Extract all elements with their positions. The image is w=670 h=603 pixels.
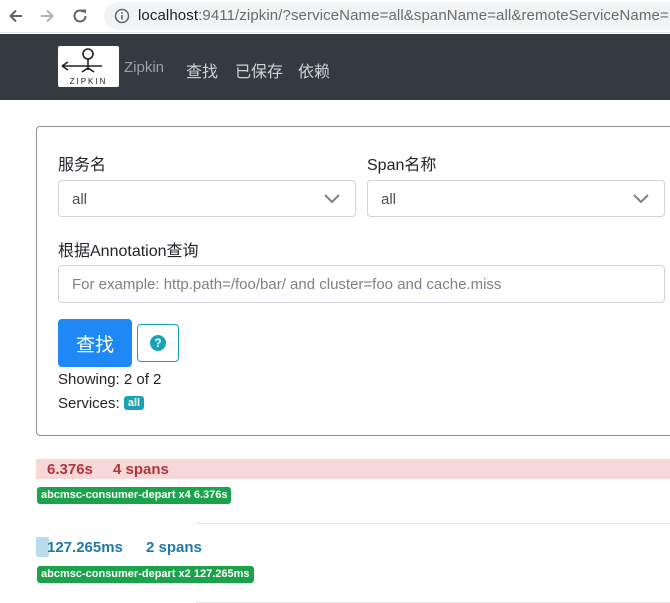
service-badge: abcmsc-consumer-depart x2 127.265ms — [37, 566, 254, 583]
logo-text: ZIPKIN — [70, 77, 108, 86]
span-name-label: Span名称 — [367, 157, 437, 174]
address-bar[interactable]: localhost:9411/zipkin/?serviceName=all&s… — [104, 2, 670, 30]
nav-link-find[interactable]: 查找 — [186, 58, 218, 82]
trace-span-count: 2 spans — [146, 539, 202, 556]
service-name-select[interactable]: all — [58, 180, 356, 217]
arrow-left-icon — [9, 9, 22, 23]
search-button[interactable]: 查找 — [58, 319, 132, 367]
service-name-value: all — [72, 191, 88, 208]
url-host: localhost — [138, 7, 199, 24]
trace-duration: 127.265ms — [47, 539, 123, 556]
result-divider — [196, 523, 670, 524]
url-path: :9411/zipkin/?serviceName=all&spanName=a… — [198, 7, 669, 24]
search-form: 服务名 all Span名称 all 根据Annotation查询 查找 ? S… — [36, 126, 670, 436]
chevron-down-icon — [324, 194, 340, 204]
service-badge: abcmsc-consumer-depart x4 6.376s — [37, 487, 232, 504]
trace-duration: 6.376s — [47, 461, 93, 478]
browser-toolbar: localhost:9411/zipkin/?serviceName=all&s… — [0, 0, 670, 33]
help-button[interactable]: ? — [137, 324, 179, 362]
services-summary: Services: all — [58, 395, 145, 412]
showing-count: Showing: 2 of 2 — [58, 371, 162, 388]
brand-name[interactable]: Zipkin — [124, 59, 164, 76]
forward-button[interactable] — [35, 5, 59, 27]
services-label: Services: — [58, 395, 120, 412]
nav-link-dependencies[interactable]: 依赖 — [298, 58, 330, 82]
nav-link-saved[interactable]: 已保存 — [235, 58, 283, 82]
zipkin-logo[interactable]: ZIPKIN — [58, 46, 119, 87]
span-name-select[interactable]: all — [367, 180, 665, 217]
back-button[interactable] — [4, 5, 28, 27]
service-name-label: 服务名 — [58, 157, 107, 174]
reload-button[interactable] — [68, 5, 92, 27]
app-navbar: ZIPKIN Zipkin 查找 已保存 依赖 — [0, 34, 670, 100]
chevron-down-icon — [633, 194, 649, 204]
services-badge: all — [123, 396, 145, 410]
question-circle-icon: ? — [150, 335, 166, 351]
span-name-value: all — [381, 191, 397, 208]
annotation-query-label: 根据Annotation查询 — [58, 243, 199, 260]
reload-icon — [73, 9, 87, 23]
annotation-query-input[interactable] — [58, 265, 665, 303]
arrow-right-icon — [41, 9, 54, 23]
trace-span-count: 4 spans — [113, 461, 169, 478]
info-icon[interactable] — [114, 8, 130, 24]
url-text: localhost:9411/zipkin/?serviceName=all&s… — [138, 7, 669, 24]
zipkin-logo-icon: ZIPKIN — [61, 48, 108, 86]
